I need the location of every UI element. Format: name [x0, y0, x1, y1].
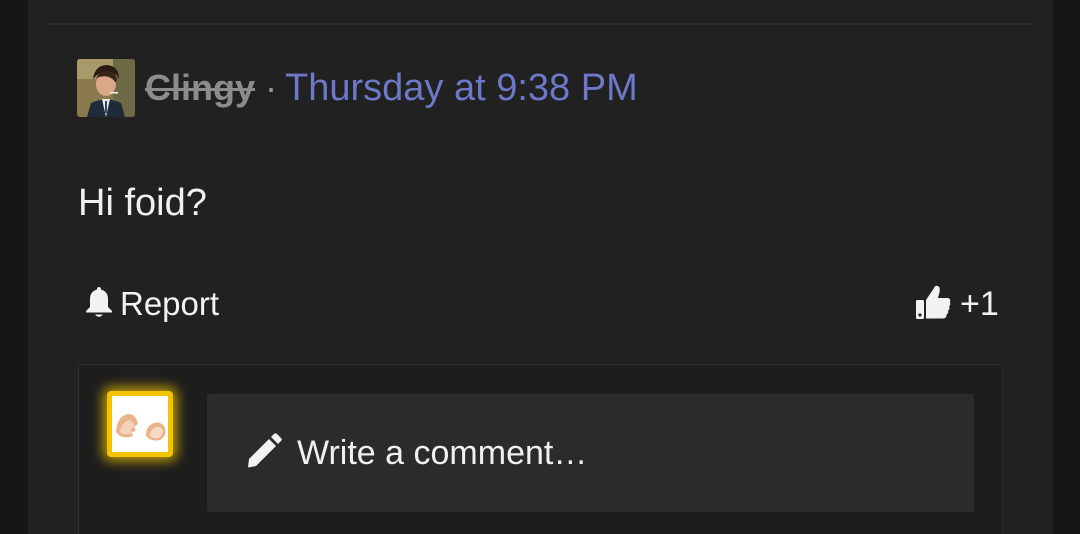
report-label: Report — [120, 285, 220, 322]
cracked-egg-icon — [112, 396, 168, 452]
divider — [45, 23, 1035, 25]
thumbs-up-icon — [914, 283, 952, 326]
like-button[interactable]: +1 — [914, 283, 999, 325]
report-button[interactable]: Report — [84, 284, 219, 324]
author-avatar[interactable] — [77, 59, 135, 117]
post-body: Hi foid? — [78, 182, 207, 224]
author-username[interactable]: Clingy — [145, 67, 255, 109]
header-separator: · — [265, 67, 278, 108]
page: Clingy · Thursday at 9:38 PM Hi foid? Re… — [0, 0, 1080, 534]
user-avatar[interactable] — [107, 391, 173, 457]
post-header: Clingy · Thursday at 9:38 PM — [77, 59, 638, 117]
comment-input[interactable]: Write a comment… — [207, 394, 974, 512]
author-avatar-image — [77, 59, 135, 117]
like-count: +1 — [960, 284, 999, 323]
bell-icon — [84, 285, 114, 324]
pencil-icon — [245, 432, 283, 475]
comment-placeholder: Write a comment… — [297, 433, 588, 472]
post-timestamp[interactable]: Thursday at 9:38 PM — [285, 67, 638, 110]
